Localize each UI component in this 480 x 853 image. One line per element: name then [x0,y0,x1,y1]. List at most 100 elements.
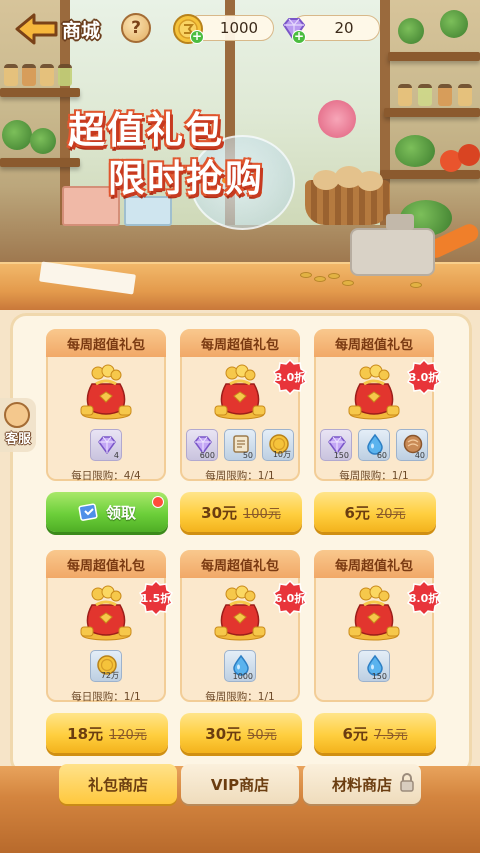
buy-button[interactable]: 30元 100元 [180,492,302,532]
reward-items: 150 [316,650,432,682]
lucky-bag-icon [212,585,268,641]
reward-qty: 1000 [232,672,253,681]
discount-label: 8.0折 [408,592,440,605]
right-shelf [384,108,480,117]
jar [40,64,54,86]
coin [328,273,340,279]
coin [300,272,312,278]
tab-material-shop[interactable]: 材料商店 [303,764,421,804]
purchase-limit: 每周限购：1/1 [205,470,275,482]
plant [440,10,468,38]
service-label: 客服 [4,432,31,447]
plant [2,120,32,150]
lucky-bag-icon [78,585,134,641]
buy-button[interactable]: 6元 7.5元 [314,713,436,753]
original-price: 50元 [247,727,277,743]
right-shelf [388,52,480,61]
tab-gift-shop[interactable]: 礼包商店 [59,764,177,804]
reward-item[interactable]: 72万 [90,650,122,682]
reward-item[interactable]: 40 [396,429,428,461]
jar [58,64,72,86]
coin [410,282,422,288]
discount-label: 3.0折 [408,371,440,384]
buy-button[interactable]: 30元 50元 [180,713,302,753]
left-shelf [0,158,80,167]
reward-qty: 150 [371,672,387,681]
jar [398,84,412,106]
lucky-bag-icon [212,364,268,420]
tab-vip-shop[interactable]: VIP商店 [181,764,299,804]
promo-title-line2: 限时抢购 [108,157,264,200]
right-shelf [380,170,480,179]
potato [357,171,383,191]
reward-item[interactable]: 1000 [224,650,256,682]
lucky-bag-icon [346,364,402,420]
reward-qty: 600 [199,451,215,460]
reward-item[interactable]: 600 [186,429,218,461]
lucky-bag-icon [78,364,134,420]
reward-item[interactable]: 50 [224,429,256,461]
reward-qty: 4 [113,451,119,460]
service-avatar-icon [4,402,30,428]
coin [342,280,354,286]
ticket-icon [78,503,98,521]
gold-amount: 1000 [219,19,259,37]
reward-qty: 72万 [100,671,119,680]
help-button[interactable]: ? [121,13,151,43]
gift-pack-card[interactable]: 每周超值礼包 1.5折 72万 每日限购：1/1 [46,550,174,703]
gift-pack-card[interactable]: 每周超值礼包 4 每日限购：4/4 [46,329,166,482]
reward-item[interactable]: 4 [90,429,122,461]
reward-items: 600 50 10万 [182,429,298,461]
coin [314,276,326,282]
lock-icon [400,773,414,792]
claim-button[interactable]: 领取 [46,492,168,532]
buy-button[interactable]: 18元 120元 [46,713,168,753]
purchase-limit: 每周限购：1/1 [205,691,275,703]
flower-pot [318,100,356,138]
original-price: 7.5元 [373,727,408,743]
cash-register [350,214,435,276]
gift-pack-card[interactable]: 每周超值礼包 8.0折 150 [314,550,442,702]
sale-price: 6元 [344,503,370,522]
reward-item[interactable]: 60 [358,429,390,461]
back-button[interactable] [14,12,60,46]
plant [30,128,56,154]
customer-service-button[interactable]: 客服 [0,398,36,452]
discount-badge: 3.0折 [406,359,442,395]
potato-basket [305,166,390,225]
promo-title-line1: 超值礼包 [68,109,224,152]
discount-label: 3.0折 [274,371,306,384]
reward-item[interactable]: 150 [358,650,390,682]
gift-pack-card[interactable]: 每周超值礼包 3.0折 600 50 10万 每周限购：1/1 [180,329,308,482]
jar [22,64,36,86]
reward-qty: 150 [333,451,349,460]
gift-pack-card[interactable]: 每周超值礼包 3.0折 150 60 40 每周限购：1/1 [314,329,442,482]
reward-qty: 60 [376,451,387,460]
reward-item[interactable]: 150 [320,429,352,461]
add-gold-icon[interactable]: + [190,30,204,44]
reward-items: 4 [48,429,164,461]
reward-items: 72万 [48,650,164,682]
purchase-limit: 每周限购：1/1 [339,470,409,482]
reward-items: 150 60 40 [316,429,432,461]
gift-pack-title: 每周超值礼包 [46,550,166,578]
buy-button[interactable]: 6元 20元 [314,492,436,532]
reward-items: 1000 [182,650,298,682]
reward-item[interactable]: 10万 [262,429,294,461]
vegetables [395,135,435,167]
tomato [458,144,480,166]
sale-price: 6元 [342,724,368,743]
discount-badge: 3.0折 [272,359,308,395]
lucky-bag-icon [346,585,402,641]
gift-pack-title: 每周超值礼包 [180,550,300,578]
sale-price: 30元 [201,503,238,522]
add-gem-icon[interactable]: + [292,30,306,44]
tab-material-shop-label: 材料商店 [331,775,392,794]
gift-pack-title: 每周超值礼包 [314,329,434,357]
jar [458,84,472,106]
reward-qty: 40 [414,451,425,460]
gift-pack-card[interactable]: 每周超值礼包 6.0折 1000 每周限购：1/1 [180,550,308,703]
plant [398,18,424,44]
gem-amount: 20 [334,19,354,37]
notification-dot [152,496,164,508]
